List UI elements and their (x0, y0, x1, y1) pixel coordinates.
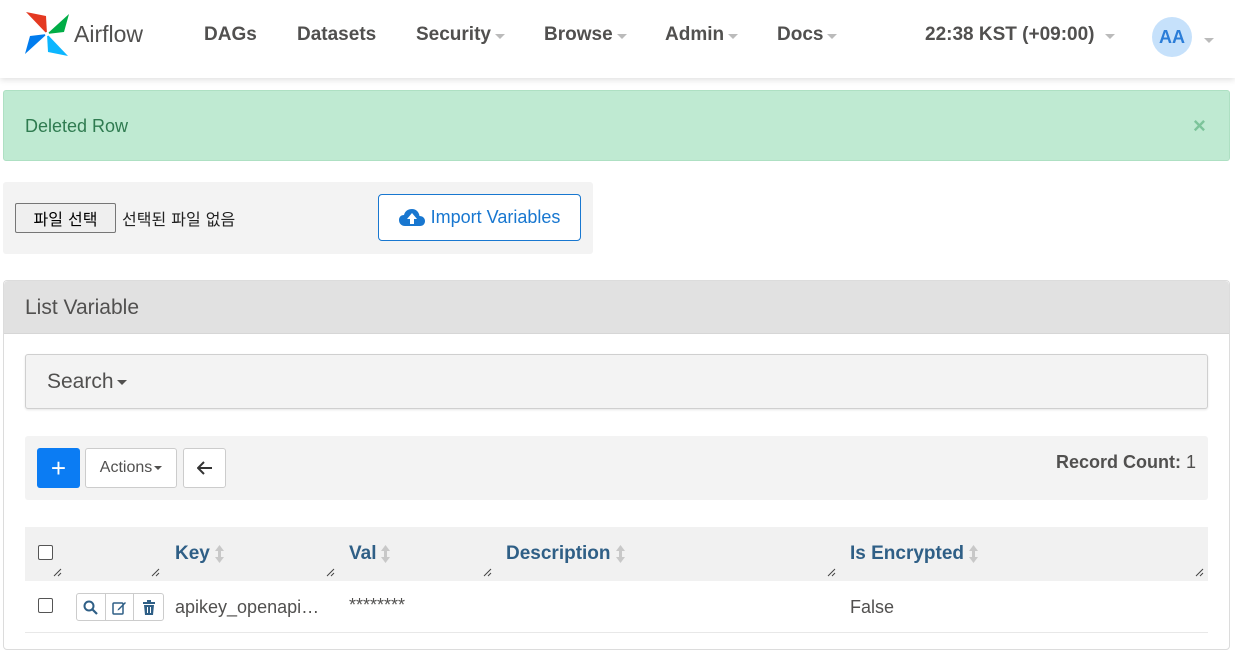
list-toolbar: + Actions Record Count: 1 (25, 436, 1208, 500)
search-dropdown[interactable]: Search (25, 354, 1208, 409)
nav-dags[interactable]: DAGs (204, 24, 257, 46)
column-header-description[interactable]: Description (506, 543, 625, 565)
nav-datasets-label: Datasets (297, 24, 377, 45)
caret-down-icon (827, 34, 838, 39)
success-alert: Deleted Row × (3, 90, 1230, 161)
column-resize-handle-icon[interactable] (482, 567, 492, 577)
caret-down-icon (616, 34, 627, 39)
column-resize-handle-icon[interactable] (52, 567, 62, 577)
brand-link[interactable]: Airflow (22, 10, 143, 58)
column-val-label: Val (349, 543, 377, 564)
search-icon (83, 600, 99, 615)
nav-datasets[interactable]: Datasets (297, 24, 376, 46)
table-row: apikey_openapi… ******** False (25, 581, 1208, 633)
column-is-encrypted-label: Is Encrypted (850, 543, 965, 564)
column-resize-handle-icon[interactable] (1194, 567, 1204, 577)
brand-name: Airflow (74, 20, 144, 47)
trash-icon (142, 599, 155, 615)
row-checkbox[interactable] (38, 598, 53, 613)
column-resize-handle-icon[interactable] (325, 567, 335, 577)
import-form: 파일 선택 선택된 파일 없음 Import Variables (3, 182, 593, 254)
sort-icon (381, 545, 391, 563)
file-status-text: 선택된 파일 없음 (122, 210, 236, 229)
nav-security-label: Security (416, 24, 491, 45)
caret-down-icon (116, 379, 127, 385)
nav-dags-label: DAGs (204, 24, 257, 45)
sort-icon (615, 545, 625, 563)
column-header-key[interactable]: Key (175, 543, 224, 565)
column-resize-handle-icon[interactable] (150, 567, 160, 577)
panel-title: List Variable (4, 281, 1229, 334)
nav-docs-label: Docs (777, 24, 824, 45)
caret-down-icon (1104, 34, 1115, 39)
table-header: Key Val Description Is Encrypted (25, 527, 1208, 581)
nav-browse[interactable]: Browse (544, 24, 627, 46)
user-avatar[interactable]: AA (1152, 17, 1192, 57)
column-resize-handle-icon[interactable] (826, 567, 836, 577)
record-count-label: Record Count: (1055, 452, 1181, 472)
user-menu-caret-icon[interactable] (1204, 38, 1214, 43)
sort-icon (214, 545, 224, 563)
cell-key: apikey_openapi… (175, 597, 320, 617)
edit-record-button[interactable] (106, 594, 135, 620)
import-variables-button[interactable]: Import Variables (378, 194, 581, 241)
row-actions (76, 593, 164, 621)
record-count: Record Count: 1 (1056, 452, 1196, 473)
search-label: Search (47, 370, 114, 393)
actions-dropdown[interactable]: Actions (85, 448, 177, 488)
airflow-logo-icon (25, 12, 69, 56)
nav-admin-label: Admin (665, 24, 725, 45)
cloud-upload-icon (398, 208, 425, 226)
nav-admin[interactable]: Admin (665, 24, 739, 46)
caret-down-icon (154, 466, 163, 470)
timezone-dropdown[interactable]: 22:38 KST (+09:00) (925, 24, 1115, 46)
edit-icon (112, 601, 126, 615)
column-header-val[interactable]: Val (349, 543, 391, 565)
alert-message: Deleted Row (25, 116, 129, 136)
column-header-is-encrypted[interactable]: Is Encrypted (850, 543, 979, 565)
nav-docs[interactable]: Docs (777, 24, 838, 46)
caret-down-icon (728, 34, 739, 39)
select-all-checkbox[interactable] (38, 545, 53, 560)
back-button[interactable] (183, 448, 226, 488)
show-record-button[interactable] (77, 594, 106, 620)
navbar: Airflow DAGs Datasets Security Browse Ad… (0, 0, 1235, 78)
nav-browse-label: Browse (544, 24, 613, 45)
import-variables-label: Import Variables (430, 207, 561, 227)
column-key-label: Key (175, 543, 210, 564)
delete-record-button[interactable] (134, 594, 163, 620)
sort-icon (969, 545, 979, 563)
record-count-value: 1 (1185, 452, 1196, 472)
caret-down-icon (494, 34, 505, 39)
file-choose-button[interactable]: 파일 선택 (15, 203, 116, 233)
close-icon[interactable]: × (1193, 113, 1206, 139)
add-record-button[interactable]: + (37, 448, 80, 488)
actions-label: Actions (99, 459, 153, 476)
nav-security[interactable]: Security (416, 24, 505, 46)
timezone-label: 22:38 KST (+09:00) (925, 24, 1095, 45)
cell-is-encrypted: False (850, 597, 895, 617)
arrow-left-icon (196, 461, 212, 475)
list-variable-panel: List Variable Search + Actions Record Co… (3, 280, 1230, 650)
column-description-label: Description (506, 543, 611, 564)
cell-val: ******** (349, 595, 406, 615)
